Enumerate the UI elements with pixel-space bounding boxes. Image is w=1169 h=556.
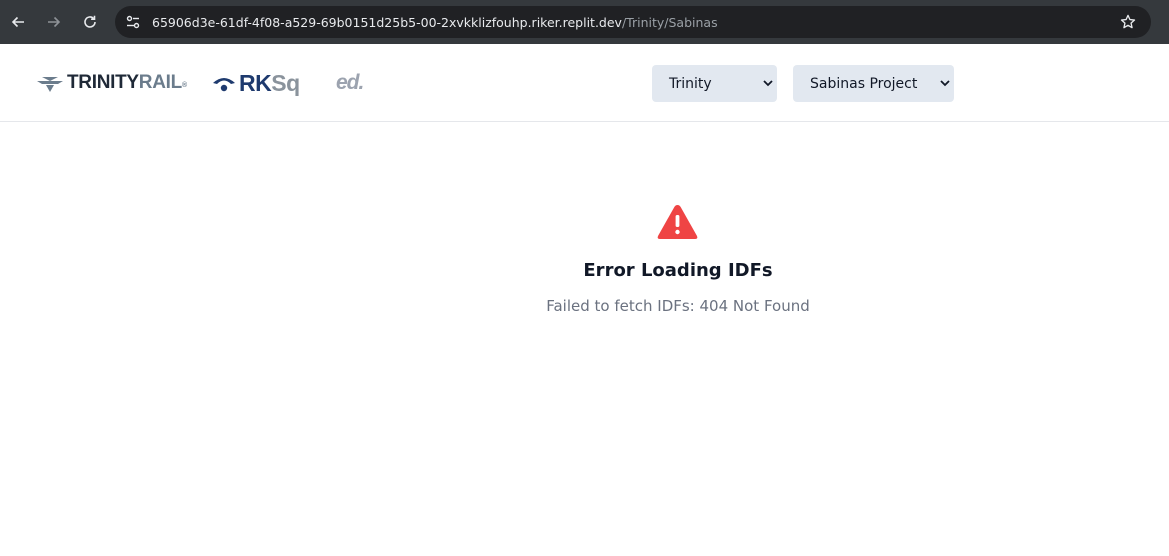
rksq-arc-icon [213, 78, 235, 92]
trinityrail-wordmark: TRINITYRAIL® [67, 72, 187, 93]
project-select[interactable]: Sabinas Project [793, 65, 954, 102]
site-settings-icon [126, 15, 140, 29]
reload-icon [84, 15, 96, 28]
back-arrow-icon [11, 16, 24, 28]
address-bar[interactable]: 65906d3e-61df-4f08-a529-69b0151d25b5-00-… [115, 6, 1151, 38]
ed-logo[interactable]: ed. [336, 71, 364, 95]
error-title: Error Loading IDFs [583, 260, 773, 281]
rksq-wordmark: RKSq [239, 69, 300, 96]
url-text[interactable]: 65906d3e-61df-4f08-a529-69b0151d25b5-00-… [152, 15, 718, 30]
app-header: TRINITYRAIL® RKSq ed. Trinity Sabinas Pr… [0, 44, 1169, 122]
chevron-down-icon [763, 80, 773, 87]
warning-triangle-icon [657, 205, 698, 239]
client-select[interactable]: Trinity [652, 65, 777, 102]
error-message: Failed to fetch IDFs: 404 Not Found [546, 297, 810, 315]
browser-toolbar: 65906d3e-61df-4f08-a529-69b0151d25b5-00-… [0, 0, 1169, 44]
bookmark-star-icon[interactable] [1119, 13, 1137, 31]
error-panel: Error Loading IDFs Failed to fetch IDFs:… [0, 122, 1169, 556]
trinity-emblem-icon [37, 77, 63, 92]
trinityrail-logo[interactable]: TRINITYRAIL® [37, 72, 187, 94]
back-button[interactable] [0, 0, 36, 44]
project-select-value: Sabinas Project [810, 75, 918, 92]
chevron-down-icon [940, 80, 950, 87]
forward-arrow-icon [48, 16, 61, 28]
forward-button[interactable] [36, 0, 72, 44]
client-select-value: Trinity [669, 75, 712, 92]
rksq-logo[interactable]: RKSq [212, 68, 300, 98]
url-path: /Trinity/Sabinas [621, 14, 718, 30]
reload-button[interactable] [72, 0, 108, 44]
site-settings-button[interactable] [117, 6, 149, 38]
url-host: 65906d3e-61df-4f08-a529-69b0151d25b5-00-… [152, 14, 622, 30]
